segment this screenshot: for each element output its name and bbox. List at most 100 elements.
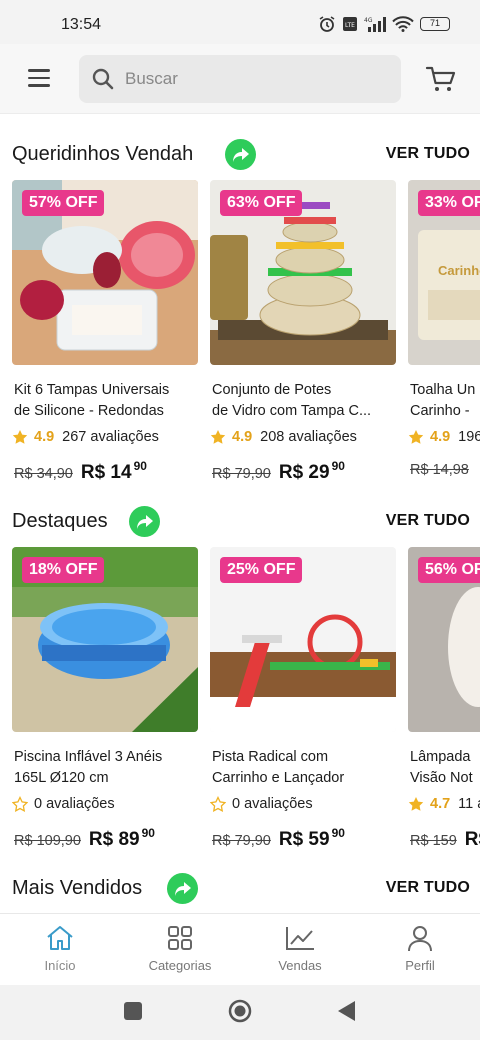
product-rating: 0 avaliações [210, 796, 313, 812]
product-name: Kit 6 Tampas Universais de Silicone - Re… [14, 382, 170, 419]
back-button[interactable] [338, 1001, 356, 1021]
svg-text:LTE: LTE [345, 22, 355, 29]
search-icon [92, 68, 114, 90]
old-price: R$ 14,98 [410, 462, 469, 478]
see-all-link[interactable]: VER TUDO [386, 879, 470, 897]
discount-badge: 33% OFF [418, 190, 480, 216]
product-rating: 0 avaliações [12, 796, 115, 812]
search-input[interactable] [125, 69, 385, 89]
status-bar: 13:54 LTE 4G 71 [0, 0, 480, 44]
product-rating: 4.9 196 [408, 429, 480, 445]
product-rating: 4.7 11 a [408, 796, 480, 812]
product-card[interactable]: 18% OFF Piscina Inflável 3 Anéis 165L Ø1… [12, 547, 198, 867]
product-card[interactable]: 25% OFF Pista Radical com Carrinho e Lan… [210, 547, 396, 867]
new-price: R$ [464, 829, 480, 850]
product-card[interactable]: 57% OFF Kit 6 Tampas Universais de Silic… [12, 180, 198, 500]
old-price: R$ 34,90 [14, 466, 73, 482]
product-image: 57% OFF [12, 180, 198, 365]
top-app-bar [0, 44, 480, 114]
old-price: R$ 159 [410, 833, 457, 849]
star-filled-icon [210, 430, 226, 444]
star-outline-icon [210, 796, 226, 812]
new-price: R$ 14 [80, 462, 132, 483]
discount-badge: 57% OFF [22, 190, 105, 216]
price-cents: 90 [331, 459, 345, 473]
section-header: Mais Vendidos VER TUDO [0, 871, 480, 905]
product-card[interactable]: 63% OFF Conjunto de Potes de Vidro com T… [210, 180, 396, 500]
new-price: R$ 89 [88, 829, 140, 850]
section-title: Destaques [12, 510, 108, 532]
home-button[interactable] [228, 999, 252, 1023]
product-rating: 4.9 208 avaliações [210, 429, 357, 445]
product-image: 25% OFF [210, 547, 396, 732]
product-name: Pista Radical com Carrinho e Lançador [212, 749, 345, 786]
volte-icon: LTE [343, 17, 357, 31]
section-header: Destaques VER TUDO [0, 504, 480, 538]
product-price: R$ 159 R$ [410, 829, 480, 851]
menu-icon [28, 69, 50, 72]
product-name: Conjunto de Potes de Vidro com Tampa C..… [212, 382, 372, 419]
new-price: R$ 29 [278, 462, 330, 483]
section-destaques: Destaques VER TUDO 18% OFF Piscina Inflá… [0, 504, 480, 874]
product-image: Carinho 33% OFF [408, 180, 480, 365]
see-all-link[interactable]: VER TUDO [386, 145, 470, 163]
product-carousel[interactable]: 18% OFF Piscina Inflável 3 Anéis 165L Ø1… [12, 547, 480, 867]
price-cents: 90 [331, 826, 345, 840]
product-image: 18% OFF [12, 547, 198, 732]
old-price: R$ 79,90 [212, 833, 271, 849]
product-name: Toalha Un Carinho - [410, 382, 476, 419]
product-image: 63% OFF [210, 180, 396, 365]
price-cents: 90 [133, 459, 147, 473]
nav-item-perfil[interactable]: Perfil [360, 924, 480, 973]
star-filled-icon [12, 430, 28, 444]
svg-text:Carinho: Carinho [438, 263, 480, 278]
nav-item-inicio[interactable]: Início [0, 924, 120, 973]
battery-indicator: 71 [420, 17, 450, 31]
section-queridinhos: Queridinhos Vendah VER TUDO 57% OFF Kit … [0, 137, 480, 507]
grid-icon [168, 926, 192, 950]
product-carousel[interactable]: 57% OFF Kit 6 Tampas Universais de Silic… [12, 180, 480, 500]
product-price: R$ 14,98 [410, 462, 477, 478]
product-card[interactable]: 56% OFF Lâmpada Visão Not 4.7 11 a R$ 15… [408, 547, 480, 867]
section-mais-vendidos: Mais Vendidos VER TUDO [0, 871, 480, 913]
chart-icon [286, 927, 314, 950]
product-price: R$ 79,90 R$ 59 90 [212, 826, 345, 851]
discount-badge: 56% OFF [418, 557, 480, 583]
share-arrow-icon[interactable] [225, 139, 256, 170]
search-bar[interactable] [79, 55, 401, 103]
product-price: R$ 79,90 R$ 29 90 [212, 459, 345, 484]
signal-icon: 4G [364, 17, 386, 32]
new-price: R$ 59 [278, 829, 330, 850]
status-icons: LTE 4G 71 [318, 15, 450, 33]
product-price: R$ 34,90 R$ 14 90 [14, 459, 147, 484]
product-card[interactable]: Carinho 33% OFF Toalha Un Carinho - 4.9 … [408, 180, 480, 500]
svg-text:4G: 4G [364, 17, 373, 24]
share-arrow-icon[interactable] [129, 506, 160, 537]
system-navigation-bar [0, 985, 480, 1040]
discount-badge: 18% OFF [22, 557, 105, 583]
nav-item-categorias[interactable]: Categorias [120, 924, 240, 973]
see-all-link[interactable]: VER TUDO [386, 512, 470, 530]
nav-item-vendas[interactable]: Vendas [240, 924, 360, 973]
product-image: 56% OFF [408, 547, 480, 732]
home-icon [47, 926, 73, 950]
menu-button[interactable] [28, 69, 50, 87]
recents-button[interactable] [124, 1002, 142, 1020]
product-name: Lâmpada Visão Not [410, 749, 473, 786]
product-price: R$ 109,90 R$ 89 90 [14, 826, 155, 851]
product-rating: 4.9 267 avaliações [12, 429, 159, 445]
star-filled-icon [408, 797, 424, 811]
wifi-icon [392, 16, 414, 32]
price-cents: 90 [141, 826, 155, 840]
section-title: Queridinhos Vendah [12, 143, 194, 165]
bottom-navigation: Início Categorias Vendas Perfil [0, 913, 480, 985]
cart-icon[interactable] [425, 64, 457, 94]
share-arrow-icon[interactable] [167, 873, 198, 904]
star-outline-icon [12, 796, 28, 812]
old-price: R$ 79,90 [212, 466, 271, 482]
discount-badge: 63% OFF [220, 190, 303, 216]
discount-badge: 25% OFF [220, 557, 303, 583]
section-header: Queridinhos Vendah VER TUDO [0, 137, 480, 171]
old-price: R$ 109,90 [14, 833, 81, 849]
status-time: 13:54 [61, 16, 102, 33]
